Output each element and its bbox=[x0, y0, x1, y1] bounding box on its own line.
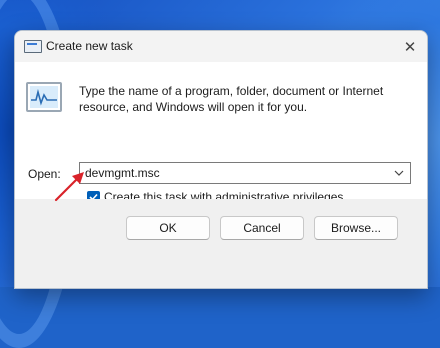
instructions-text: Type the name of a program, folder, docu… bbox=[79, 84, 384, 114]
dialog-footer bbox=[15, 199, 427, 288]
red-arrow-annotation bbox=[54, 172, 84, 202]
run-program-icon bbox=[26, 82, 62, 112]
run-window-icon bbox=[24, 40, 42, 53]
close-button[interactable]: ✕ bbox=[399, 36, 421, 58]
chevron-down-icon[interactable] bbox=[392, 165, 406, 181]
title-bar[interactable]: Create new task ✕ bbox=[15, 31, 427, 62]
open-input-value[interactable]: devmgmt.msc bbox=[85, 166, 160, 180]
close-icon: ✕ bbox=[403, 39, 417, 56]
open-combobox[interactable]: devmgmt.msc bbox=[79, 162, 411, 184]
browse-button[interactable]: Browse... bbox=[314, 216, 398, 240]
create-new-task-dialog: Create new task ✕ Type the name of a pro… bbox=[14, 30, 428, 289]
ok-button[interactable]: OK bbox=[126, 216, 210, 240]
window-title: Create new task bbox=[46, 39, 133, 53]
cancel-button[interactable]: Cancel bbox=[220, 216, 304, 240]
